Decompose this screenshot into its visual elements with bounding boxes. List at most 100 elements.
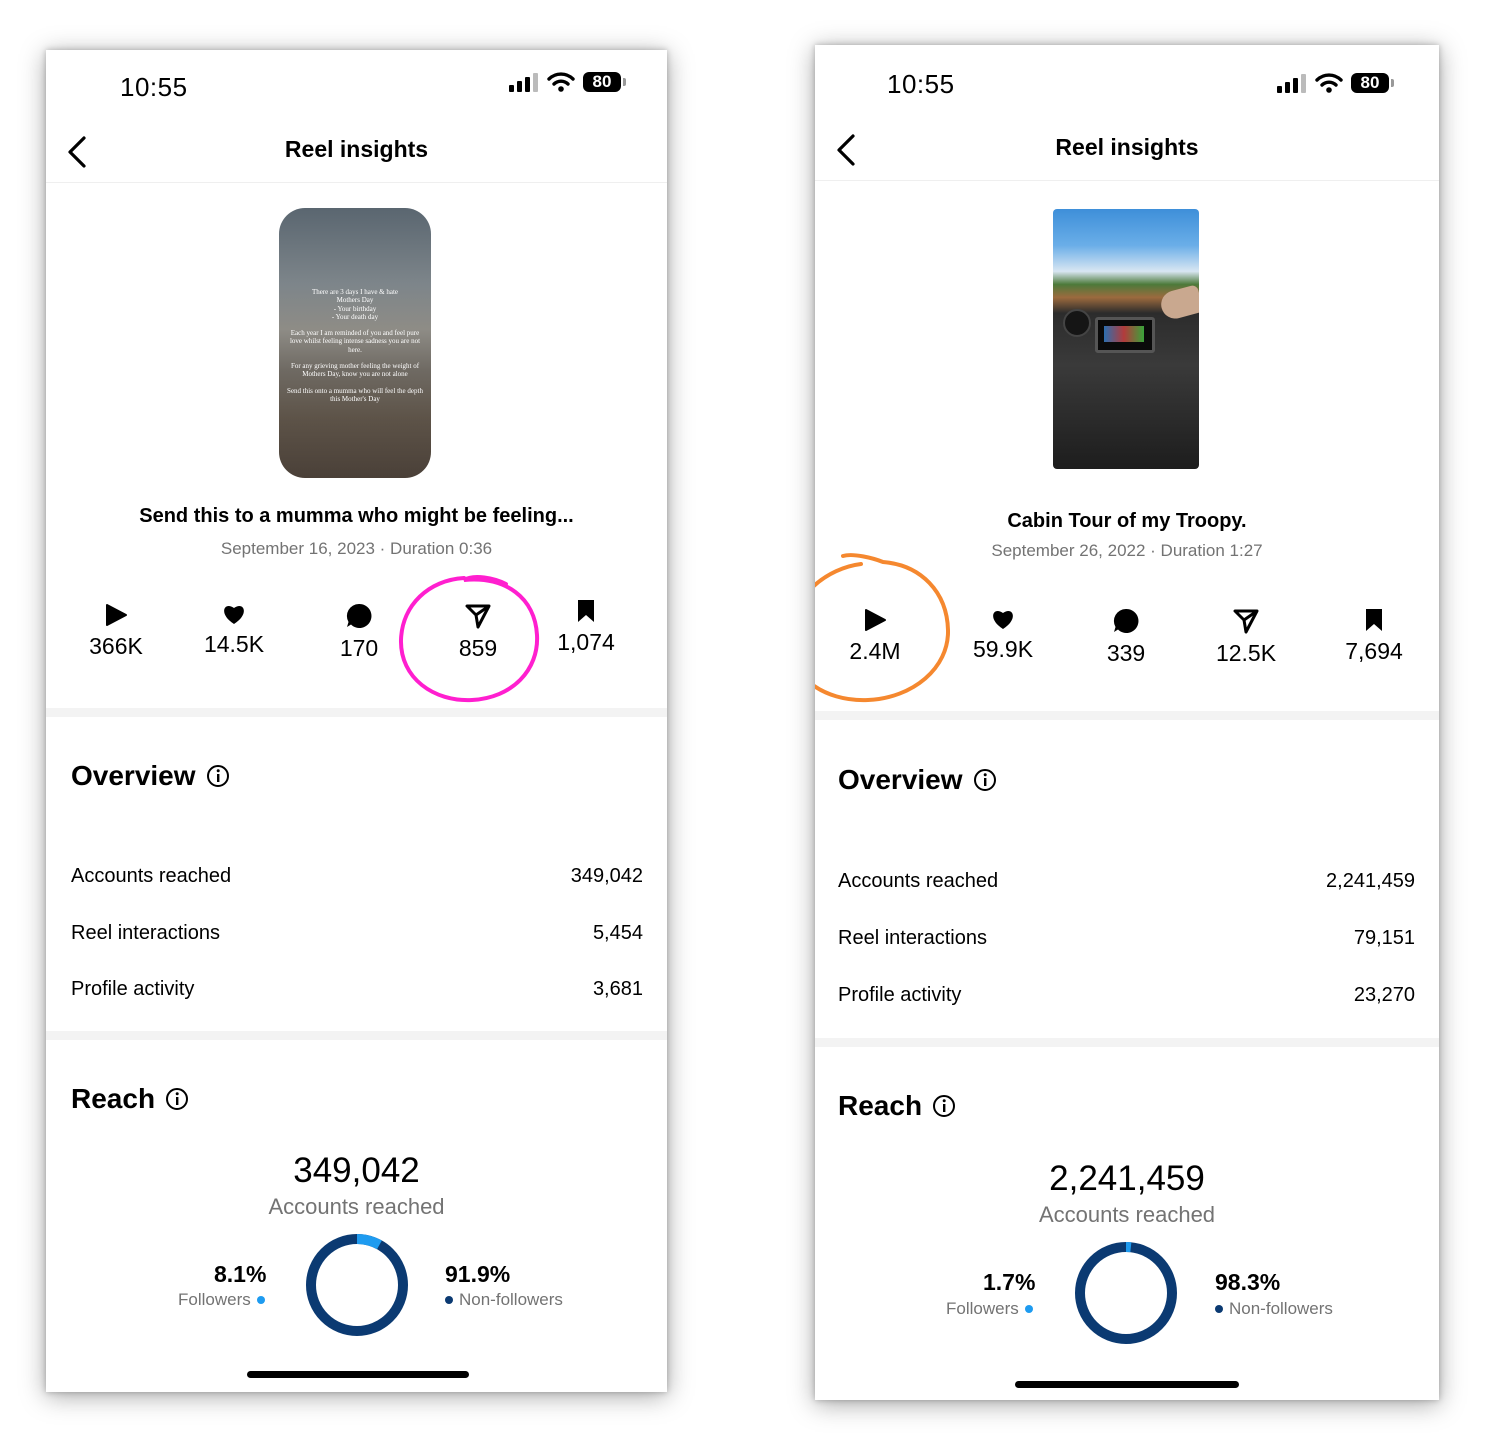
left-phone-screen: 10:55 80 Reel insights There are 3 days … (46, 50, 667, 1392)
metric-likes[interactable]: 59.9K (948, 608, 1058, 663)
metric-saves[interactable]: 7,694 (1319, 608, 1429, 665)
section-divider (46, 708, 667, 717)
overview-row-value: 23,270 (1353, 984, 1415, 1006)
comment-bubble-icon (1113, 608, 1139, 633)
status-bar: 10:55 80 (46, 50, 667, 130)
overview-row-label: Reel interactions (838, 927, 987, 949)
nonfollowers-percentage: 91.9% (445, 1261, 511, 1287)
reach-donut-chart (1075, 1242, 1177, 1344)
overview-row-label: Profile activity (838, 984, 962, 1006)
heart-icon (993, 611, 1013, 629)
bookmark-icon (1366, 609, 1382, 631)
nonfollowers-dot (445, 1296, 453, 1304)
section-divider (815, 1038, 1439, 1047)
right-phone-screen: 10:55 80 Reel insights Cabin Tour of my … (815, 45, 1439, 1400)
info-icon[interactable] (932, 1094, 956, 1118)
followers-percentage: 1.7% (983, 1269, 1036, 1295)
reel-thumbnail[interactable] (1053, 209, 1199, 469)
metric-comments-value: 170 (339, 635, 379, 661)
battery-icon: 80 (1351, 73, 1394, 93)
overview-section-title: Overview (838, 764, 997, 796)
reach-total-label: Accounts reached (268, 1194, 445, 1219)
home-indicator[interactable] (247, 1371, 469, 1378)
overview-row-label: Accounts reached (71, 865, 232, 887)
nonfollowers-legend: Non-followers (1215, 1299, 1333, 1319)
nav-bar: Reel insights (815, 126, 1439, 181)
nonfollowers-dot (1215, 1305, 1223, 1313)
section-divider (815, 711, 1439, 720)
overview-row: Profile activity 3,681 (71, 978, 643, 1001)
overview-row-value: 349,042 (570, 865, 643, 887)
heart-icon (224, 606, 244, 624)
overview-row-label: Reel interactions (71, 922, 220, 944)
overview-row-label: Accounts reached (838, 870, 999, 892)
status-time: 10:55 (887, 69, 955, 99)
cellular-signal-icon (509, 73, 538, 92)
overview-row: Profile activity 23,270 (838, 984, 1415, 1007)
donut-nonfollowers-ring (306, 1234, 408, 1336)
dashboard-screen (1095, 317, 1155, 353)
metric-comments[interactable]: 339 (1071, 608, 1181, 667)
reel-date-duration: September 16, 2023 · Duration 0:36 (220, 539, 493, 558)
nonfollowers-legend: Non-followers (445, 1290, 563, 1310)
metric-saves-value: 7,694 (1345, 638, 1403, 664)
followers-dot (256, 1296, 265, 1304)
comment-bubble-icon (346, 603, 372, 628)
plays-highlight-circle (815, 553, 951, 703)
overview-row-label: Profile activity (71, 978, 195, 1000)
metric-comments-value: 339 (1106, 640, 1146, 666)
reach-section-title: Reach (838, 1090, 956, 1122)
wifi-icon (1315, 73, 1343, 93)
overview-row: Reel interactions 5,454 (71, 922, 643, 945)
home-indicator[interactable] (1015, 1381, 1239, 1388)
nonfollowers-percentage: 98.3% (1215, 1269, 1281, 1295)
overview-row: Accounts reached 349,042 (71, 865, 643, 888)
dash-vent (1063, 309, 1091, 337)
metric-likes[interactable]: 14.5K (179, 603, 289, 658)
reel-caption: Send this to a mumma who might be feelin… (139, 505, 574, 527)
hand (1158, 284, 1199, 322)
send-paper-plane-icon (1233, 609, 1259, 634)
wifi-icon (547, 72, 575, 92)
metric-plays[interactable]: 366K (61, 603, 171, 660)
reach-donut-chart (306, 1234, 408, 1336)
overview-row: Accounts reached 2,241,459 (838, 870, 1415, 893)
followers-legend: Followers (946, 1299, 1033, 1319)
info-icon[interactable] (206, 764, 230, 788)
overview-row-value: 2,241,459 (1326, 870, 1415, 892)
cellular-signal-icon (1277, 74, 1306, 93)
metrics-row: 366K 14.5K 170 859 1,074 (46, 600, 667, 683)
followers-percentage: 8.1% (214, 1261, 267, 1287)
page-title: Reel insights (284, 136, 429, 162)
overview-row: Reel interactions 79,151 (838, 927, 1415, 950)
reach-section-title: Reach (71, 1083, 189, 1115)
status-bar: 10:55 80 (815, 45, 1439, 125)
metric-likes-value: 59.9K (972, 636, 1034, 662)
nav-bar: Reel insights (46, 128, 667, 183)
reel-thumbnail[interactable]: There are 3 days I have & hate Mothers D… (279, 208, 431, 478)
info-icon[interactable] (165, 1087, 189, 1111)
overview-row-value: 3,681 (592, 978, 643, 1000)
section-divider (46, 1031, 667, 1040)
metric-saves-value: 1,074 (557, 629, 615, 655)
metric-shares-value: 12.5K (1215, 640, 1277, 666)
followers-dot (1024, 1305, 1033, 1313)
shares-highlight-circle (398, 575, 540, 703)
donut-nonfollowers-ring (1075, 1242, 1177, 1344)
metric-saves[interactable]: 1,074 (531, 599, 641, 656)
info-icon[interactable] (973, 768, 997, 792)
overview-section-title: Overview (71, 760, 230, 792)
metric-shares[interactable]: 12.5K (1191, 608, 1301, 667)
reach-total-label: Accounts reached (1038, 1202, 1216, 1227)
page-title: Reel insights (1055, 134, 1199, 160)
reel-caption: Cabin Tour of my Troopy. (1007, 510, 1247, 532)
metric-likes-value: 14.5K (203, 631, 265, 657)
bookmark-icon (578, 600, 594, 622)
play-icon (106, 604, 127, 626)
overview-row-value: 5,454 (592, 922, 643, 944)
metric-plays-value: 366K (89, 633, 143, 659)
reach-total: 2,241,459 (1049, 1159, 1205, 1198)
followers-legend: Followers (178, 1290, 265, 1310)
status-time: 10:55 (120, 72, 188, 102)
reach-total: 349,042 (293, 1151, 420, 1190)
